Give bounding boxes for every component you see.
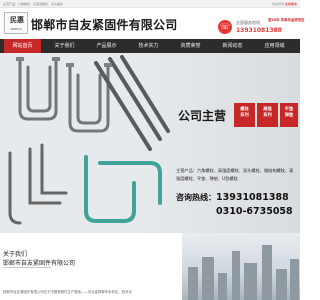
logo-en-text: MINHUI: [10, 27, 22, 31]
site-header: 民惠 MINHUI 邯郸市自友紧固件有限公司 第16年 风象老品质供应 ☏ 全国…: [0, 8, 305, 39]
hotline-label: 全国服务热线: [236, 20, 260, 25]
coated-bolt-1: [84, 155, 136, 223]
about-title: 关于我们: [3, 251, 28, 258]
threaded-rod-2: [120, 55, 170, 133]
tag-high-strength-series: 高强 系列: [257, 103, 278, 127]
hero-banner[interactable]: 公司主营 螺栓 系列 高强 系列 平垫 弹垫 主营产品：六角螺栓、高强度螺栓、双头螺栓…: [0, 53, 300, 233]
nut-4: [104, 63, 112, 67]
online-message-link[interactable]: 在线留言: [285, 2, 297, 6]
tag-washer-series: 平垫 弹垫: [280, 103, 298, 127]
nut-3: [66, 63, 74, 67]
coated-bolt-2: [98, 161, 162, 205]
about-description: 邯郸市自友紧固件有限公司位于中国紧固件生产基地——河北省邯郸市永年区，西邻京: [3, 290, 132, 294]
main-nav: 网站首页 关于我们 产品展示 技术实力 资质荣誉 新闻动态 应用领域: [0, 39, 300, 53]
logo-cn-text: 民惠: [10, 15, 24, 24]
nav-item-honors[interactable]: 资质荣誉: [172, 39, 209, 53]
fastener-products-image: [8, 55, 170, 225]
nut-2: [52, 57, 60, 61]
nav-item-technology[interactable]: 技术实力: [130, 39, 167, 53]
about-divider: [3, 267, 51, 268]
nut-1: [16, 57, 24, 61]
main-products-text: 主营产品：六角螺栓、高强度螺栓、双头螺栓、钢结构螺栓、高强度螺栓、平垫、弹垫、U…: [176, 167, 294, 183]
nav-item-products[interactable]: 产品展示: [88, 39, 125, 53]
welcome-text: 欢迎访问: [272, 2, 285, 6]
consult-phone-mobile: 13931081388: [216, 192, 289, 203]
about-subtitle: 邯郸市自友紧固件有限公司: [3, 260, 76, 267]
about-section: 关于我们 邯郸市自友紧固件有限公司 邯郸市自友紧固件有限公司位于中国紧固件生产基…: [0, 233, 300, 300]
tag-bolt-series: 螺栓 系列: [234, 103, 255, 127]
consult-hotline-label: 咨询热线：: [176, 193, 216, 202]
l-bolt-2: [40, 143, 68, 195]
nav-item-home[interactable]: 网站首页: [4, 39, 41, 53]
l-bolt-1: [28, 147, 62, 205]
nav-item-applications[interactable]: 应用领域: [256, 39, 293, 53]
banner-title: 公司主营: [178, 109, 227, 123]
phone-icon: ☏: [218, 20, 232, 34]
main-products-label: 主营产品：: [176, 168, 197, 173]
company-name: 邯郸市自友紧固件有限公司: [31, 18, 178, 32]
nav-item-news[interactable]: 新闻动态: [214, 39, 251, 53]
company-logo[interactable]: 民惠 MINHUI: [4, 12, 28, 34]
skyline-icon: [188, 245, 299, 300]
threaded-rod-3: [94, 61, 152, 151]
years-badge: 第16年 风象老品质供应: [268, 18, 305, 22]
top-bar-links: 欢迎访问 在线留言: [272, 0, 297, 8]
u-bolt-2: [26, 65, 52, 113]
top-bar-text: 主营产品：六角螺栓，高强度螺栓，双头螺栓: [3, 2, 64, 6]
nav-item-about[interactable]: 关于我们: [46, 39, 83, 53]
j-bolt-1: [8, 151, 22, 225]
top-bar: 主营产品：六角螺栓，高强度螺栓，双头螺栓 欢迎访问 在线留言: [0, 0, 300, 8]
city-skyline-image: [182, 233, 300, 300]
u-bolt-4: [76, 73, 102, 125]
consult-phone-landline: 0310-6735058: [216, 206, 293, 217]
hotline-number: 13931081388: [236, 27, 282, 34]
